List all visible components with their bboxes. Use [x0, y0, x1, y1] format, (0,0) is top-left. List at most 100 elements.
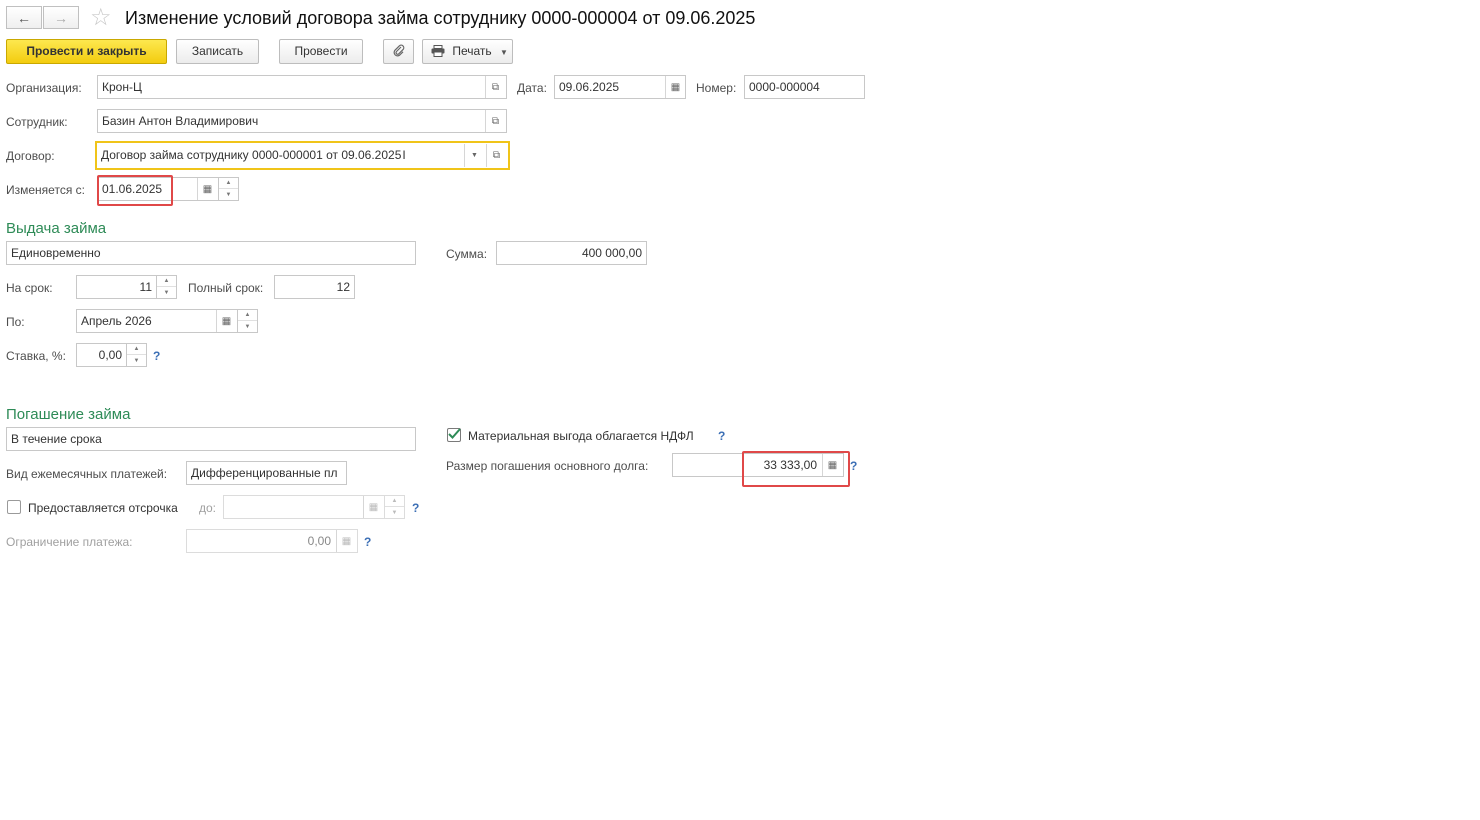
- repayment-method-field[interactable]: В течение срока: [6, 427, 416, 451]
- sum-label: Сумма:: [446, 247, 488, 261]
- issue-section-title: Выдача займа: [6, 220, 107, 237]
- stepper-up-icon[interactable]: ▲: [238, 310, 257, 321]
- date-label: Дата:: [517, 81, 547, 95]
- principal-calculator-button[interactable]: ▦: [822, 454, 842, 476]
- stepper-down-icon[interactable]: ▼: [238, 321, 257, 332]
- rate-label: Ставка, %:: [6, 349, 66, 363]
- forward-button[interactable]: →: [43, 6, 79, 29]
- principal-field[interactable]: 33 333,00: [672, 453, 844, 477]
- sum-field[interactable]: 400 000,00: [496, 241, 647, 265]
- number-value: 0000-000004: [749, 80, 820, 94]
- term-value: 11: [139, 280, 152, 294]
- ndfl-help-icon[interactable]: ?: [718, 429, 725, 443]
- employee-field[interactable]: Базин Антон Владимирович: [97, 109, 507, 133]
- principal-value: 33 333,00: [763, 458, 817, 472]
- calendar-icon: ▦: [202, 183, 213, 195]
- org-label: Организация:: [6, 81, 82, 95]
- stepper-up-icon[interactable]: ▲: [157, 276, 176, 287]
- term-label: На срок:: [6, 281, 53, 295]
- limit-help-icon[interactable]: ?: [364, 535, 371, 549]
- calendar-icon: ▦: [670, 81, 681, 93]
- contract-dropdown-button[interactable]: ▼: [464, 144, 484, 167]
- stepper-up-icon: ▲: [385, 496, 404, 507]
- stepper-down-icon[interactable]: ▼: [127, 355, 146, 366]
- changed-from-calendar-button[interactable]: ▦: [197, 178, 217, 200]
- print-button[interactable]: Печать ▼: [422, 39, 513, 64]
- text-cursor-icon: I: [402, 148, 406, 162]
- back-button[interactable]: ←: [6, 6, 42, 29]
- contract-open-button[interactable]: ⧉: [486, 144, 506, 167]
- changed-from-value: 01.06.2025: [102, 182, 163, 196]
- deferral-checkbox[interactable]: [7, 500, 21, 514]
- ndfl-checkbox[interactable]: [447, 428, 461, 442]
- checkmark-icon: [448, 428, 461, 439]
- changed-from-label: Изменяется с:: [6, 183, 85, 197]
- contract-label: Договор:: [6, 149, 55, 163]
- issue-method-value: Единовременно: [11, 246, 101, 260]
- issue-method-field[interactable]: Единовременно: [6, 241, 416, 265]
- open-icon: ⧉: [492, 150, 501, 161]
- print-label: Печать: [452, 44, 492, 58]
- calendar-icon: ▦: [368, 501, 379, 513]
- until-stepper[interactable]: ▲ ▼: [238, 309, 258, 333]
- post-button[interactable]: Провести: [279, 39, 363, 64]
- term-field[interactable]: 11: [76, 275, 157, 299]
- principal-label: Размер погашения основного долга:: [446, 459, 649, 473]
- page-title: Изменение условий договора займа сотрудн…: [125, 8, 756, 28]
- term-stepper[interactable]: ▲ ▼: [157, 275, 177, 299]
- contract-field[interactable]: Договор займа сотруднику 0000-000001 от …: [95, 141, 510, 170]
- repayment-section-title: Погашение займа: [6, 406, 131, 423]
- deferral-calendar-button: ▦: [363, 496, 383, 518]
- post-and-close-button[interactable]: Провести и закрыть: [6, 39, 167, 64]
- deferral-help-icon[interactable]: ?: [412, 501, 419, 515]
- rate-stepper[interactable]: ▲ ▼: [127, 343, 147, 367]
- limit-field: 0,00: [186, 529, 358, 553]
- limit-value: 0,00: [307, 534, 331, 548]
- number-field[interactable]: 0000-000004: [744, 75, 865, 99]
- repayment-method-value: В течение срока: [11, 432, 102, 446]
- principal-help-icon[interactable]: ?: [850, 459, 857, 473]
- deferral-label: Предоставляется отсрочка: [28, 501, 178, 515]
- date-calendar-button[interactable]: ▦: [665, 76, 685, 98]
- favorite-star-icon[interactable]: ☆: [90, 5, 112, 31]
- stepper-down-icon[interactable]: ▼: [219, 189, 238, 200]
- arrow-right-icon: →: [54, 9, 68, 26]
- limit-label: Ограничение платежа:: [6, 535, 133, 549]
- stepper-down-icon: ▼: [391, 509, 398, 516]
- rate-field[interactable]: 0,00: [76, 343, 127, 367]
- open-icon: ⧉: [491, 115, 500, 127]
- payments-type-field[interactable]: Дифференцированные пл: [186, 461, 347, 485]
- stepper-up-icon[interactable]: ▲: [219, 178, 238, 189]
- until-label: По:: [6, 315, 25, 329]
- employee-label: Сотрудник:: [6, 115, 68, 129]
- until-value: Апрель 2026: [81, 314, 152, 328]
- attach-button[interactable]: [383, 39, 414, 64]
- contract-value: Договор займа сотруднику 0000-000001 от …: [101, 148, 402, 162]
- deferral-until-field: [223, 495, 385, 519]
- full-term-label: Полный срок:: [188, 281, 264, 295]
- date-value: 09.06.2025: [559, 80, 620, 94]
- calculator-icon: ▦: [827, 459, 838, 471]
- org-open-button[interactable]: ⧉: [485, 76, 505, 98]
- org-field[interactable]: Крон-Ц: [97, 75, 507, 99]
- rate-value: 0,00: [98, 348, 122, 362]
- employee-open-button[interactable]: ⧉: [485, 110, 505, 132]
- until-field[interactable]: Апрель 2026: [76, 309, 238, 333]
- save-button[interactable]: Записать: [176, 39, 259, 64]
- chevron-down-icon: ▼: [500, 48, 508, 57]
- full-term-field: 12: [274, 275, 355, 299]
- printer-icon: [431, 45, 445, 57]
- stepper-down-icon[interactable]: ▼: [157, 287, 176, 298]
- employee-value: Базин Антон Владимирович: [102, 114, 259, 128]
- full-term-value: 12: [336, 280, 350, 294]
- chevron-down-icon: ▼: [471, 152, 478, 159]
- rate-help-icon[interactable]: ?: [153, 349, 160, 363]
- stepper-up-icon[interactable]: ▲: [127, 344, 146, 355]
- until-calendar-button[interactable]: ▦: [216, 310, 236, 332]
- changed-from-stepper[interactable]: ▲ ▼: [219, 177, 239, 201]
- deferral-stepper: ▲ ▼: [385, 495, 405, 519]
- calculator-icon: ▦: [341, 535, 352, 547]
- payments-type-label: Вид ежемесячных платежей:: [6, 467, 168, 481]
- payments-type-value: Дифференцированные пл: [191, 466, 338, 480]
- deferral-until-label: до:: [199, 501, 217, 515]
